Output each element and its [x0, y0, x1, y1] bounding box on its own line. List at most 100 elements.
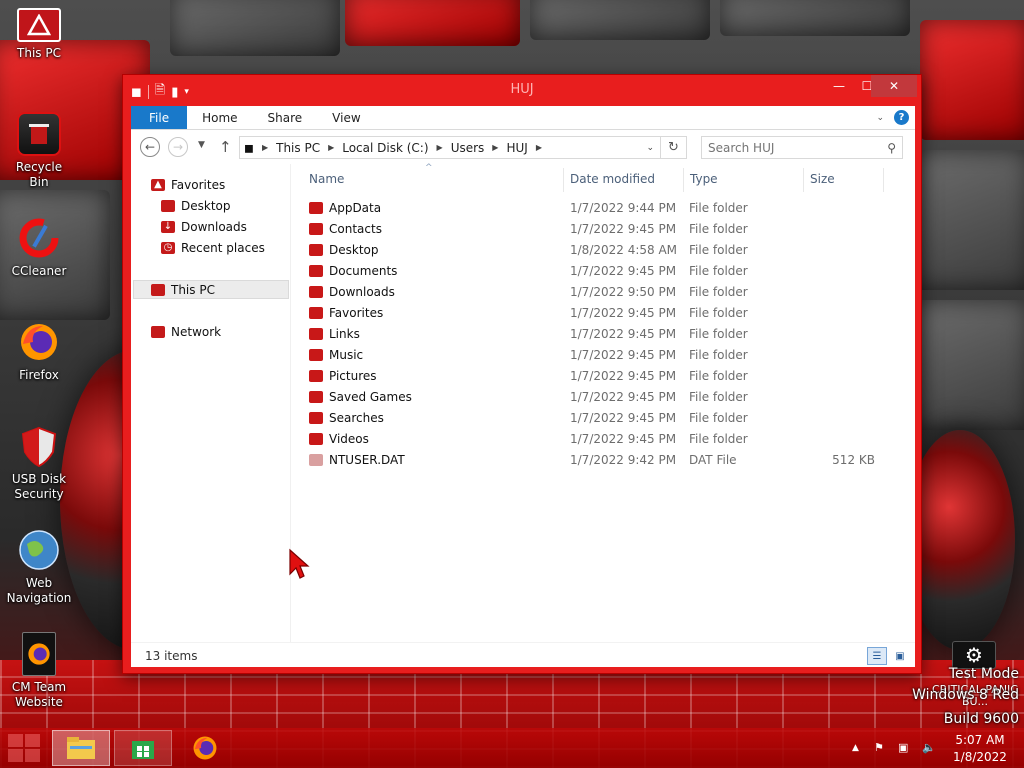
file-row[interactable]: Music 1/7/2022 9:45 PM File folder	[299, 345, 899, 366]
breadcrumb-separator[interactable]: ▶	[488, 143, 502, 152]
window-titlebar[interactable]: ◼ 🗎 ▮ ▾ HUJ — ☐ ✕	[123, 75, 921, 105]
file-row[interactable]: NTUSER.DAT 1/7/2022 9:42 PM DAT File 512 KB	[299, 450, 899, 471]
breadcrumb-users[interactable]: Users	[447, 141, 489, 155]
column-divider[interactable]	[683, 168, 684, 192]
column-divider[interactable]	[883, 168, 884, 192]
file-type: File folder	[689, 243, 748, 257]
item-count: 13 items	[145, 649, 198, 663]
windows-logo-pane	[25, 749, 40, 762]
tab-view[interactable]: View	[317, 106, 375, 129]
back-button[interactable]: ←	[140, 137, 160, 157]
desktop-icon-label: USB Disk Security	[11, 472, 67, 501]
taskbar-store[interactable]	[114, 730, 172, 766]
desktop-icon-usb-disk-security[interactable]: USB Disk Security	[6, 424, 72, 502]
network-status-icon[interactable]: ▣	[898, 741, 908, 754]
minimize-button[interactable]: —	[825, 75, 853, 97]
address-dropdown[interactable]: ⌄	[640, 143, 660, 153]
file-row[interactable]: Documents 1/7/2022 9:45 PM File folder	[299, 261, 899, 282]
file-row[interactable]: Pictures 1/7/2022 9:45 PM File folder	[299, 366, 899, 387]
column-header-date[interactable]: Date modified	[570, 172, 655, 186]
file-icon	[309, 454, 323, 466]
desktop-icon-firefox[interactable]: Firefox	[6, 320, 72, 383]
expand-ribbon-icon[interactable]: ⌄	[876, 113, 884, 123]
start-button[interactable]	[8, 734, 40, 762]
file-row[interactable]: Contacts 1/7/2022 9:45 PM File folder	[299, 219, 899, 240]
taskbar-firefox[interactable]	[176, 730, 234, 766]
watermark-build: Build 9600	[943, 711, 1019, 727]
file-row[interactable]: Videos 1/7/2022 9:45 PM File folder	[299, 429, 899, 450]
breadcrumb-huj[interactable]: HUJ	[502, 141, 531, 155]
tab-home[interactable]: Home	[187, 106, 252, 129]
file-date-modified: 1/7/2022 9:45 PM	[570, 264, 677, 278]
nav-this-pc[interactable]: This PC	[133, 280, 289, 299]
recent-locations-dropdown[interactable]: ▼	[198, 140, 205, 150]
file-type: File folder	[689, 306, 748, 320]
window-title: HUJ	[510, 82, 534, 97]
desktop-icon-recycle-bin[interactable]: Recycle Bin	[6, 112, 72, 190]
show-hidden-icons-icon[interactable]: ▲	[852, 743, 859, 753]
nav-downloads[interactable]: ↓ Downloads	[161, 217, 247, 236]
desktop-icon-cm-team-website[interactable]: CM Team Website	[6, 632, 72, 710]
nav-network[interactable]: Network	[151, 322, 221, 341]
breadcrumb-separator[interactable]: ▶	[258, 143, 272, 152]
desktop-icon-this-pc[interactable]: This PC	[6, 8, 72, 61]
taskbar-file-explorer[interactable]	[52, 730, 110, 766]
action-center-flag-icon[interactable]: ⚑	[874, 741, 884, 754]
file-list: ^ Name Date modified Type Size AppData 1/…	[299, 163, 915, 642]
file-row[interactable]: Desktop 1/8/2022 4:58 AM File folder	[299, 240, 899, 261]
file-name: Videos	[329, 432, 369, 446]
breadcrumb-separator[interactable]: ▶	[532, 143, 546, 152]
column-header-size[interactable]: Size	[810, 172, 835, 186]
file-name: Contacts	[329, 222, 382, 236]
file-row[interactable]: Links 1/7/2022 9:45 PM File folder	[299, 324, 899, 345]
column-divider[interactable]	[563, 168, 564, 192]
file-explorer-window[interactable]: ◼ 🗎 ▮ ▾ HUJ — ☐ ✕ File Home Share View ⌄…	[122, 74, 922, 674]
file-row[interactable]: Favorites 1/7/2022 9:45 PM File folder	[299, 303, 899, 324]
file-name: Desktop	[329, 243, 379, 257]
search-input[interactable]	[708, 140, 868, 155]
firefox-icon	[17, 320, 61, 364]
gear-icon[interactable]: ⚙	[952, 641, 996, 669]
file-size: 512 KB	[832, 453, 875, 467]
details-view-button[interactable]: ☰	[867, 647, 887, 665]
search-icon[interactable]: ⚲	[887, 141, 896, 155]
file-row[interactable]: Saved Games 1/7/2022 9:45 PM File folder	[299, 387, 899, 408]
clock-date[interactable]: 1/8/2022	[950, 750, 1010, 764]
file-row[interactable]: Searches 1/7/2022 9:45 PM File folder	[299, 408, 899, 429]
column-header-type[interactable]: Type	[690, 172, 718, 186]
folder-icon	[309, 328, 323, 340]
search-box[interactable]: ⚲	[701, 136, 903, 159]
breadcrumb-separator[interactable]: ▶	[324, 143, 338, 152]
nav-favorites[interactable]: ▲ Favorites	[151, 175, 225, 194]
globe-icon	[17, 528, 61, 572]
folder-icon	[309, 307, 323, 319]
file-date-modified: 1/7/2022 9:50 PM	[570, 285, 677, 299]
nav-desktop[interactable]: Desktop	[161, 196, 231, 215]
address-bar[interactable]: ◼ ▶ This PC ▶ Local Disk (C:) ▶ Users ▶ …	[239, 136, 661, 159]
monitor-icon	[151, 283, 165, 296]
large-icons-view-button[interactable]: ▣	[891, 647, 909, 665]
desktop-icon-label: CM Team Website	[11, 680, 67, 709]
breadcrumb-separator[interactable]: ▶	[433, 143, 447, 152]
up-button[interactable]: ↑	[219, 138, 232, 156]
folder-icon	[309, 265, 323, 277]
desktop-icon-ccleaner[interactable]: CCleaner	[6, 216, 72, 279]
breadcrumb-local-disk[interactable]: Local Disk (C:)	[338, 141, 432, 155]
volume-muted-icon[interactable]: 🔈	[922, 741, 936, 754]
column-header-name[interactable]: Name	[309, 172, 344, 186]
nav-recent-places[interactable]: ◷ Recent places	[161, 238, 265, 257]
file-type: DAT File	[689, 453, 737, 467]
desktop-icon-web-navigation[interactable]: Web Navigation	[6, 528, 72, 606]
file-row[interactable]: Downloads 1/7/2022 9:50 PM File folder	[299, 282, 899, 303]
column-divider[interactable]	[803, 168, 804, 192]
file-row[interactable]: AppData 1/7/2022 9:44 PM File folder	[299, 198, 899, 219]
forward-button[interactable]: →	[168, 137, 188, 157]
close-button[interactable]: ✕	[871, 75, 917, 97]
help-icon[interactable]: ?	[894, 110, 909, 125]
tab-share[interactable]: Share	[253, 106, 318, 129]
refresh-button[interactable]: ↻	[661, 136, 687, 159]
clock-time[interactable]: 5:07 AM	[950, 733, 1010, 747]
desktop-icon-label: Firefox	[19, 368, 59, 382]
tab-file[interactable]: File	[131, 106, 188, 129]
breadcrumb-this-pc[interactable]: This PC	[272, 141, 324, 155]
